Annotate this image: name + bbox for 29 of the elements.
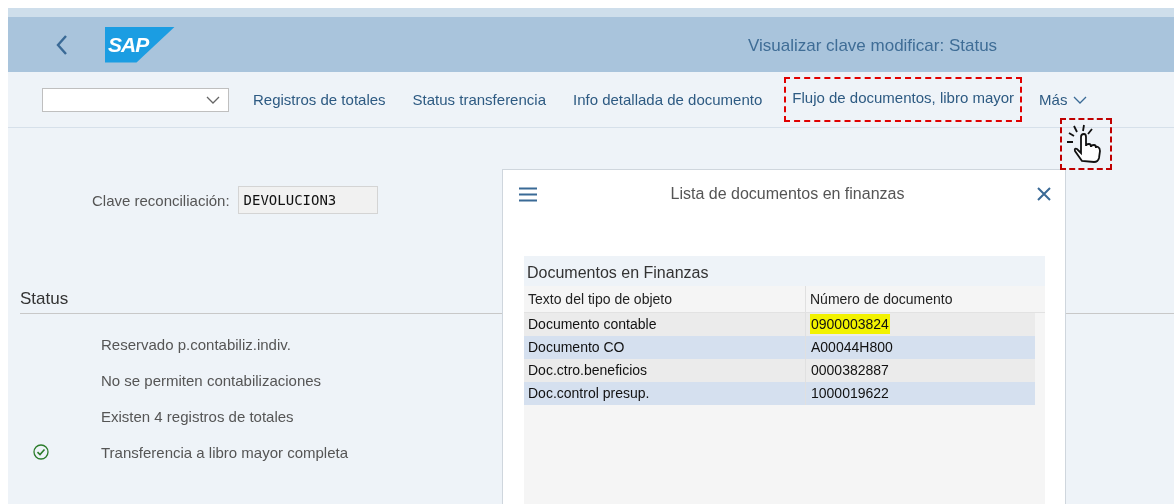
- toolbar-button[interactable]: Info detallada de documento: [570, 85, 766, 114]
- chevron-down-icon: [1073, 95, 1088, 104]
- table-title: Documentos en Finanzas: [524, 256, 1045, 286]
- status-text: Existen 4 registros de totales: [101, 407, 294, 425]
- column-header: Número de documento: [809, 290, 954, 309]
- page-title: Visualizar clave modificar: Status: [748, 36, 998, 56]
- toolbar-button[interactable]: Flujo de documentos, libro mayor: [786, 79, 1021, 120]
- status-text: No se permiten contabilizaciones: [101, 371, 322, 389]
- column-header: Texto del tipo de objeto: [524, 286, 806, 312]
- table-cell: 0900003824: [810, 314, 890, 334]
- check-circle-icon: [33, 444, 49, 460]
- toolbar-button[interactable]: Status transferencia: [409, 85, 549, 114]
- field-label: Clave reconciliación:: [92, 191, 230, 209]
- chevron-down-icon: [206, 95, 220, 104]
- logo: SAP: [105, 26, 175, 63]
- table-cell-text: A00044H800: [810, 338, 894, 357]
- back-icon[interactable]: [55, 33, 69, 56]
- dialog-title: Lista de documentos en finanzas: [670, 185, 905, 203]
- reconciliation-key-field: DEVOLUCION3: [237, 186, 378, 214]
- status-text: Reservado p.contabiliz.indiv.: [101, 335, 291, 353]
- dropdown-field[interactable]: [42, 87, 229, 112]
- close-icon[interactable]: [1037, 187, 1051, 201]
- table-cell: Doc.control presup.: [524, 382, 806, 405]
- table-cell-text: 0000382887: [810, 361, 890, 380]
- table-cell-text: 1000019622: [810, 384, 890, 403]
- menu-icon[interactable]: [518, 186, 538, 202]
- status-text: Transferencia a libro mayor completa: [101, 443, 349, 461]
- more-button[interactable]: Más: [1036, 85, 1091, 114]
- toolbar-button[interactable]: Registros de totales: [250, 85, 389, 114]
